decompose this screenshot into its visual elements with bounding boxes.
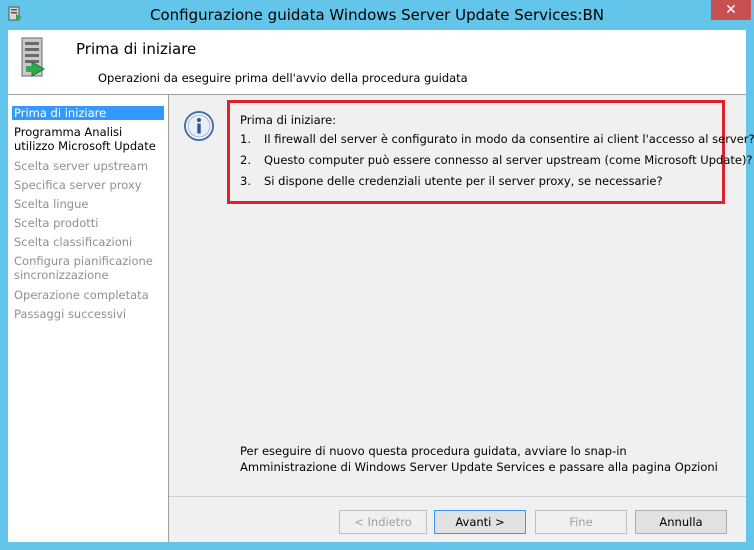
- sidebar-item-scelta-server-upstream: Scelta server upstream: [14, 159, 149, 173]
- checklist-item: 3. Si dispone delle credenziali utente pe…: [240, 174, 663, 188]
- button-separator: [169, 496, 746, 497]
- rerun-instructions: Per eseguire di nuovo questa procedura g…: [240, 444, 718, 474]
- checklist-text: Questo computer può essere connesso al s…: [264, 153, 753, 167]
- sidebar-item-scelta-prodotti: Scelta prodotti: [14, 216, 99, 230]
- checklist-text: Si dispone delle credenziali utente per …: [264, 174, 663, 188]
- next-button[interactable]: Avanti >: [434, 510, 526, 534]
- wizard-client-area: Prima di iniziare Operazioni da eseguire…: [8, 30, 754, 542]
- cancel-button[interactable]: Annulla: [635, 510, 727, 534]
- sidebar-item-scelta-classificazioni: Scelta classificazioni: [14, 235, 133, 249]
- checklist-title: Prima di iniziare:: [240, 113, 337, 127]
- checklist-number: 1.: [240, 132, 251, 146]
- wizard-steps-sidebar: Prima di iniziare Programma Analisi util…: [8, 95, 169, 542]
- wizard-window: Configurazione guidata Windows Server Up…: [0, 0, 754, 550]
- page-subtitle: Operazioni da eseguire prima dell'avvio …: [98, 71, 468, 85]
- sidebar-item-configura-pianificazione: Configura pianificazione sincronizzazion…: [14, 254, 153, 282]
- checklist-text: Il firewall del server è configurato in …: [264, 132, 754, 146]
- info-icon: [184, 111, 214, 141]
- page-title: Prima di iniziare: [76, 40, 197, 58]
- finish-button[interactable]: Fine: [535, 510, 627, 534]
- window-title: Configurazione guidata Windows Server Up…: [149, 6, 605, 24]
- wizard-content: Prima di iniziare: 1. Il firewall del ser…: [169, 95, 754, 542]
- sidebar-item-prima-di-iniziare[interactable]: Prima di iniziare: [12, 106, 164, 120]
- server-update-icon: [21, 37, 45, 77]
- sidebar-item-operazione-completata: Operazione completata: [14, 288, 149, 302]
- sidebar-item-scelta-lingue: Scelta lingue: [14, 197, 89, 211]
- back-button[interactable]: < Indietro: [339, 510, 427, 534]
- prerequisites-callout: Prima di iniziare: 1. Il firewall del ser…: [227, 100, 754, 204]
- checklist-item: 1. Il firewall del server è configurato i…: [240, 132, 754, 146]
- title-bar[interactable]: Configurazione guidata Windows Server Up…: [0, 0, 754, 30]
- sidebar-item-specifica-server-proxy: Specifica server proxy: [14, 178, 142, 192]
- checklist-number: 3.: [240, 174, 251, 188]
- checklist-number: 2.: [240, 153, 251, 167]
- checklist-item: 2. Questo computer può essere connesso al…: [240, 153, 753, 167]
- sidebar-item-passaggi-successivi: Passaggi successivi: [14, 307, 127, 321]
- close-button[interactable]: ✕: [711, 0, 751, 20]
- wizard-header: Prima di iniziare Operazioni da eseguire…: [8, 30, 746, 95]
- sidebar-item-programma-analisi[interactable]: Programma Analisi utilizzo Microsoft Upd…: [12, 125, 160, 153]
